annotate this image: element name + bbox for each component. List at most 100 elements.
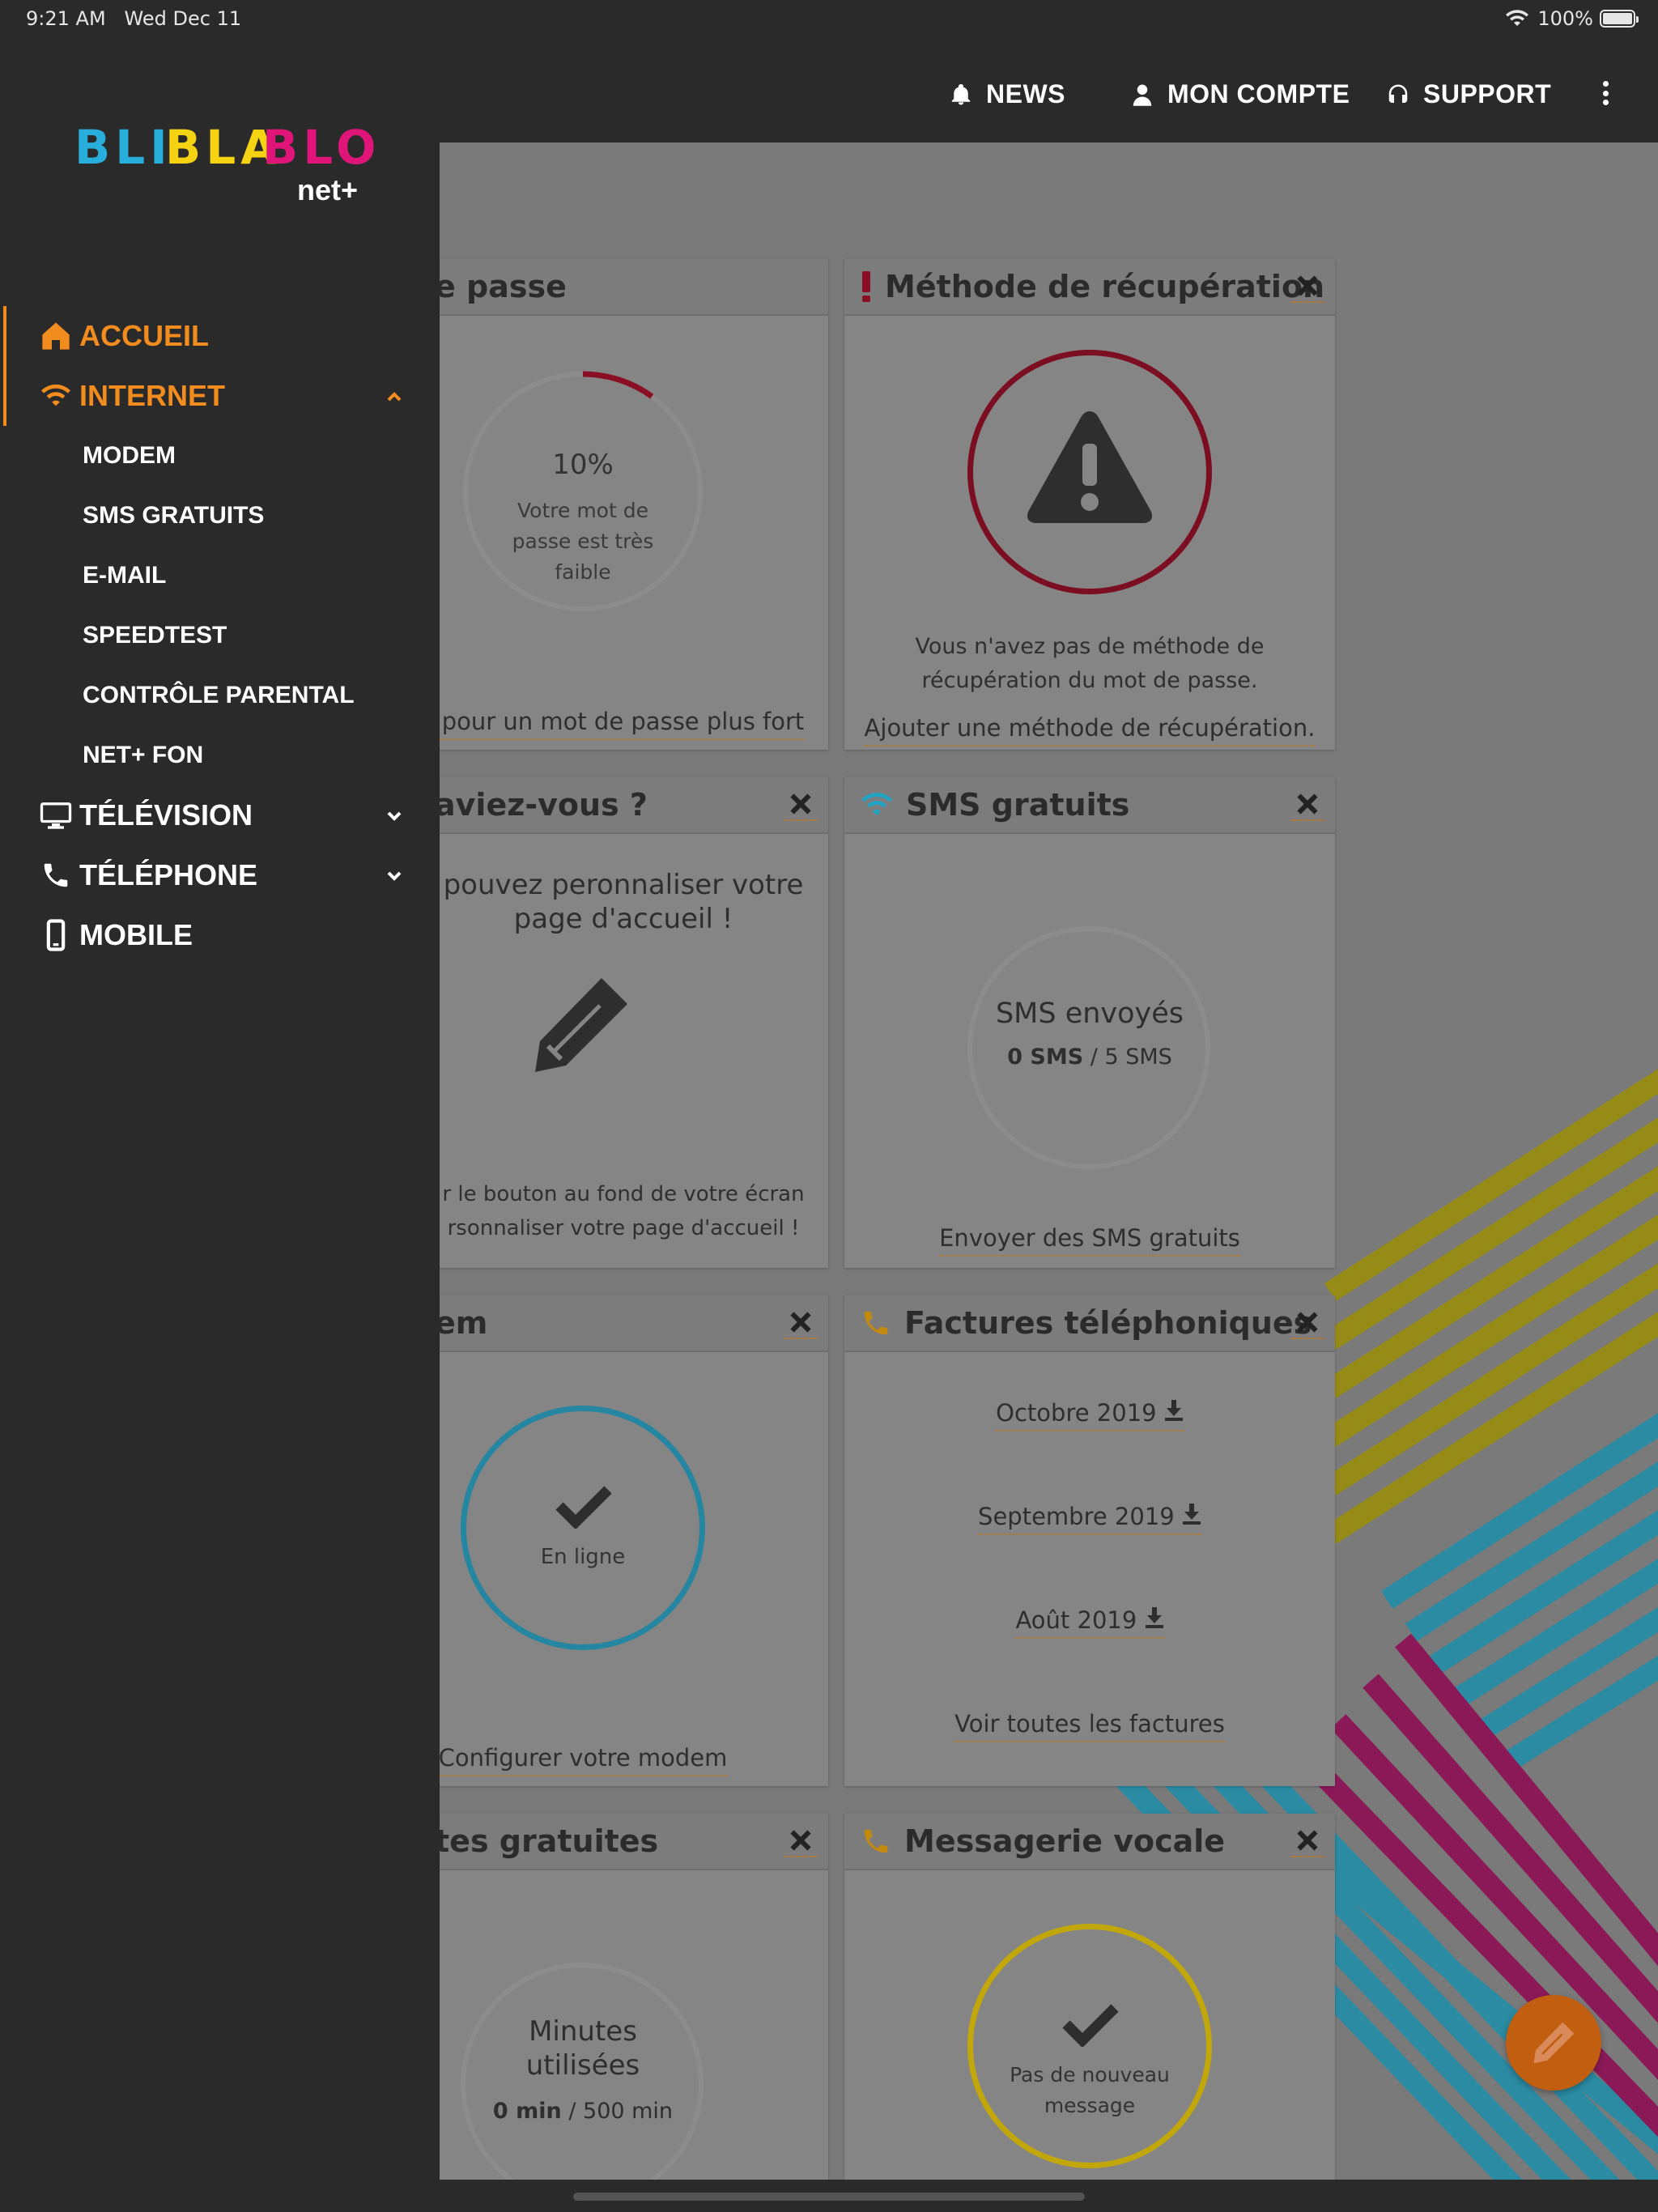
headline-line: page d'accueil ! bbox=[513, 903, 733, 935]
news-link[interactable]: NEWS bbox=[949, 79, 1065, 109]
text-line: Vous n'avez pas de méthode de bbox=[915, 634, 1265, 659]
minutes-total: 500 min bbox=[583, 2099, 674, 2124]
card-title: SMS gratuits bbox=[906, 787, 1130, 823]
close-icon[interactable] bbox=[784, 1307, 817, 1339]
checkmark-icon bbox=[1062, 2004, 1119, 2047]
close-icon[interactable] bbox=[1291, 1307, 1324, 1339]
sidebar-item-accueil[interactable]: ACCUEIL bbox=[0, 306, 440, 366]
invoice-item[interactable]: Août 2019 bbox=[844, 1606, 1335, 1639]
invoice-item[interactable]: Septembre 2019 bbox=[844, 1503, 1335, 1535]
send-sms-link[interactable]: Envoyer des SMS gratuits bbox=[939, 1224, 1240, 1257]
app-logo[interactable]: BLI BLA BLO net+ bbox=[74, 120, 376, 241]
user-icon bbox=[1133, 84, 1152, 106]
card-title: em bbox=[440, 1305, 488, 1341]
card-title: Factures téléphoniques bbox=[904, 1305, 1312, 1341]
close-icon[interactable] bbox=[1291, 1825, 1324, 1857]
password-percent: 10% bbox=[552, 449, 614, 481]
label-line: utilisées bbox=[525, 2049, 640, 2082]
card-body: Pas de nouveau message bbox=[844, 1872, 1335, 2180]
sms-total: 5 SMS bbox=[1104, 1044, 1172, 1070]
sms-count: 0 SMS / 5 SMS bbox=[844, 1044, 1335, 1070]
card-header: em bbox=[440, 1295, 828, 1352]
password-card: e passe 10% Votre mot de passe est très … bbox=[440, 259, 828, 750]
phone-icon bbox=[864, 1311, 888, 1335]
minutes-label: Minutes utilisées bbox=[440, 2014, 828, 2082]
minutes-used: 0 min bbox=[492, 2099, 562, 2124]
close-icon[interactable] bbox=[784, 1825, 817, 1857]
card-body: 10% Votre mot de passe est très faible e… bbox=[440, 317, 828, 750]
modem-link-row: Configurer votre modem bbox=[440, 1744, 828, 1776]
edit-dashboard-button[interactable] bbox=[1506, 1995, 1601, 2091]
account-link[interactable]: MON COMPTE bbox=[1130, 79, 1350, 109]
card-title: e passe bbox=[440, 269, 567, 304]
subitem-label: NET+ FON bbox=[83, 742, 204, 768]
phone-icon bbox=[864, 1829, 888, 1853]
sidebar-item-telephone[interactable]: TÉLÉPHONE bbox=[0, 845, 440, 905]
close-icon[interactable] bbox=[784, 789, 817, 821]
support-link[interactable]: SUPPORT bbox=[1386, 79, 1551, 109]
sidebar-subitem-parental[interactable]: CONTRÔLE PARENTAL bbox=[0, 666, 440, 725]
close-icon[interactable] bbox=[1291, 270, 1324, 303]
status-time: 9:21 AM Wed Dec 11 bbox=[26, 7, 241, 30]
sidebar-item-label: ACCUEIL bbox=[79, 319, 209, 352]
invoice-link[interactable]: Octobre 2019 bbox=[996, 1399, 1184, 1431]
logo-netplus: net+ bbox=[297, 173, 359, 206]
status-line: Pas de nouveau bbox=[1010, 2063, 1170, 2087]
voicemail-card: Messagerie vocale Pas de nouveau message bbox=[844, 1814, 1335, 2180]
chevron-down-icon[interactable] bbox=[386, 808, 402, 824]
checkmark-icon bbox=[555, 1486, 612, 1529]
sidebar-subitem-email[interactable]: E-MAIL bbox=[0, 546, 440, 606]
card-body: SMS envoyés 0 SMS / 5 SMS Envoyer des SM… bbox=[844, 836, 1335, 1268]
subitem-label: SMS GRATUITS bbox=[83, 502, 265, 529]
more-menu-icon[interactable] bbox=[1603, 81, 1611, 105]
recovery-text: Vous n'avez pas de méthode de récupérati… bbox=[844, 630, 1335, 698]
card-title: tes gratuites bbox=[440, 1823, 659, 1859]
invoice-link[interactable]: Août 2019 bbox=[1015, 1606, 1164, 1639]
logo-word-blo: BLO bbox=[262, 120, 381, 175]
invoice-item[interactable]: Octobre 2019 bbox=[844, 1399, 1335, 1431]
card-body: Octobre 2019 Septembre 2019 Août 2019 Vo… bbox=[844, 1354, 1335, 1786]
card-body: Minutes utilisées 0 min / 500 min bbox=[440, 1872, 828, 2180]
invoice-link[interactable]: Septembre 2019 bbox=[978, 1503, 1201, 1535]
chevron-up-icon[interactable] bbox=[386, 389, 402, 405]
configure-modem-link[interactable]: Configurer votre modem bbox=[440, 1744, 728, 1776]
all-invoices-link[interactable]: Voir toutes les factures bbox=[954, 1710, 1225, 1742]
sidebar-item-internet[interactable]: INTERNET bbox=[0, 366, 440, 426]
headline-line: pouvez peronnaliser votre bbox=[443, 869, 804, 901]
invoices-card: Factures téléphoniques Octobre 2019 Sept… bbox=[844, 1295, 1335, 1786]
sms-link-row: Envoyer des SMS gratuits bbox=[844, 1224, 1335, 1257]
sidebar-drawer: BLI BLA BLO net+ ACCUEIL INTERNET MODEM … bbox=[0, 39, 440, 2212]
invoice-label: Septembre 2019 bbox=[978, 1503, 1175, 1530]
voicemail-status: Pas de nouveau message bbox=[844, 2060, 1335, 2121]
wifi-icon bbox=[861, 793, 892, 815]
card-body: En ligne Configurer votre modem bbox=[440, 1354, 828, 1786]
close-icon[interactable] bbox=[1291, 789, 1324, 821]
sidebar-item-television[interactable]: TÉLÉVISION bbox=[0, 785, 440, 845]
minutes-card: tes gratuites Minutes utilisées 0 min / … bbox=[440, 1814, 828, 2180]
bell-icon bbox=[951, 83, 971, 104]
minutes-count: 0 min / 500 min bbox=[440, 2099, 828, 2124]
account-label: MON COMPTE bbox=[1167, 79, 1350, 108]
card-header: Messagerie vocale bbox=[844, 1814, 1335, 1870]
dashboard-overlay[interactable]: e passe 10% Votre mot de passe est très … bbox=[440, 143, 1658, 2180]
pencil-icon bbox=[535, 978, 627, 1072]
sidebar-subitem-fon[interactable]: NET+ FON bbox=[0, 725, 440, 785]
tip-headline: pouvez peronnaliser votre page d'accueil… bbox=[440, 868, 828, 936]
status-line: Votre mot de bbox=[517, 499, 648, 522]
sms-used: 0 SMS bbox=[1007, 1044, 1084, 1070]
change-password-link[interactable]: er pour un mot de passe plus fort bbox=[440, 708, 805, 740]
sidebar-subitem-sms[interactable]: SMS GRATUITS bbox=[0, 486, 440, 546]
add-recovery-link[interactable]: Ajouter une méthode de récupération. bbox=[864, 714, 1316, 747]
tip-text: r le bouton au fond de votre écran rsonn… bbox=[440, 1177, 828, 1245]
sidebar-subitem-modem[interactable]: MODEM bbox=[0, 426, 440, 486]
recovery-card: Méthode de récupération Vous n'avez pas … bbox=[844, 259, 1335, 750]
sidebar-subitem-speedtest[interactable]: SPEEDTEST bbox=[0, 606, 440, 666]
label-line: Minutes bbox=[529, 2015, 637, 2048]
password-link-row: er pour un mot de passe plus fort bbox=[440, 708, 828, 740]
status-line: message bbox=[1044, 2094, 1136, 2117]
chevron-down-icon[interactable] bbox=[386, 868, 402, 884]
phone-icon bbox=[39, 858, 73, 892]
news-label: NEWS bbox=[986, 79, 1065, 108]
headset-icon bbox=[1388, 84, 1408, 103]
sidebar-item-mobile[interactable]: MOBILE bbox=[0, 905, 440, 965]
